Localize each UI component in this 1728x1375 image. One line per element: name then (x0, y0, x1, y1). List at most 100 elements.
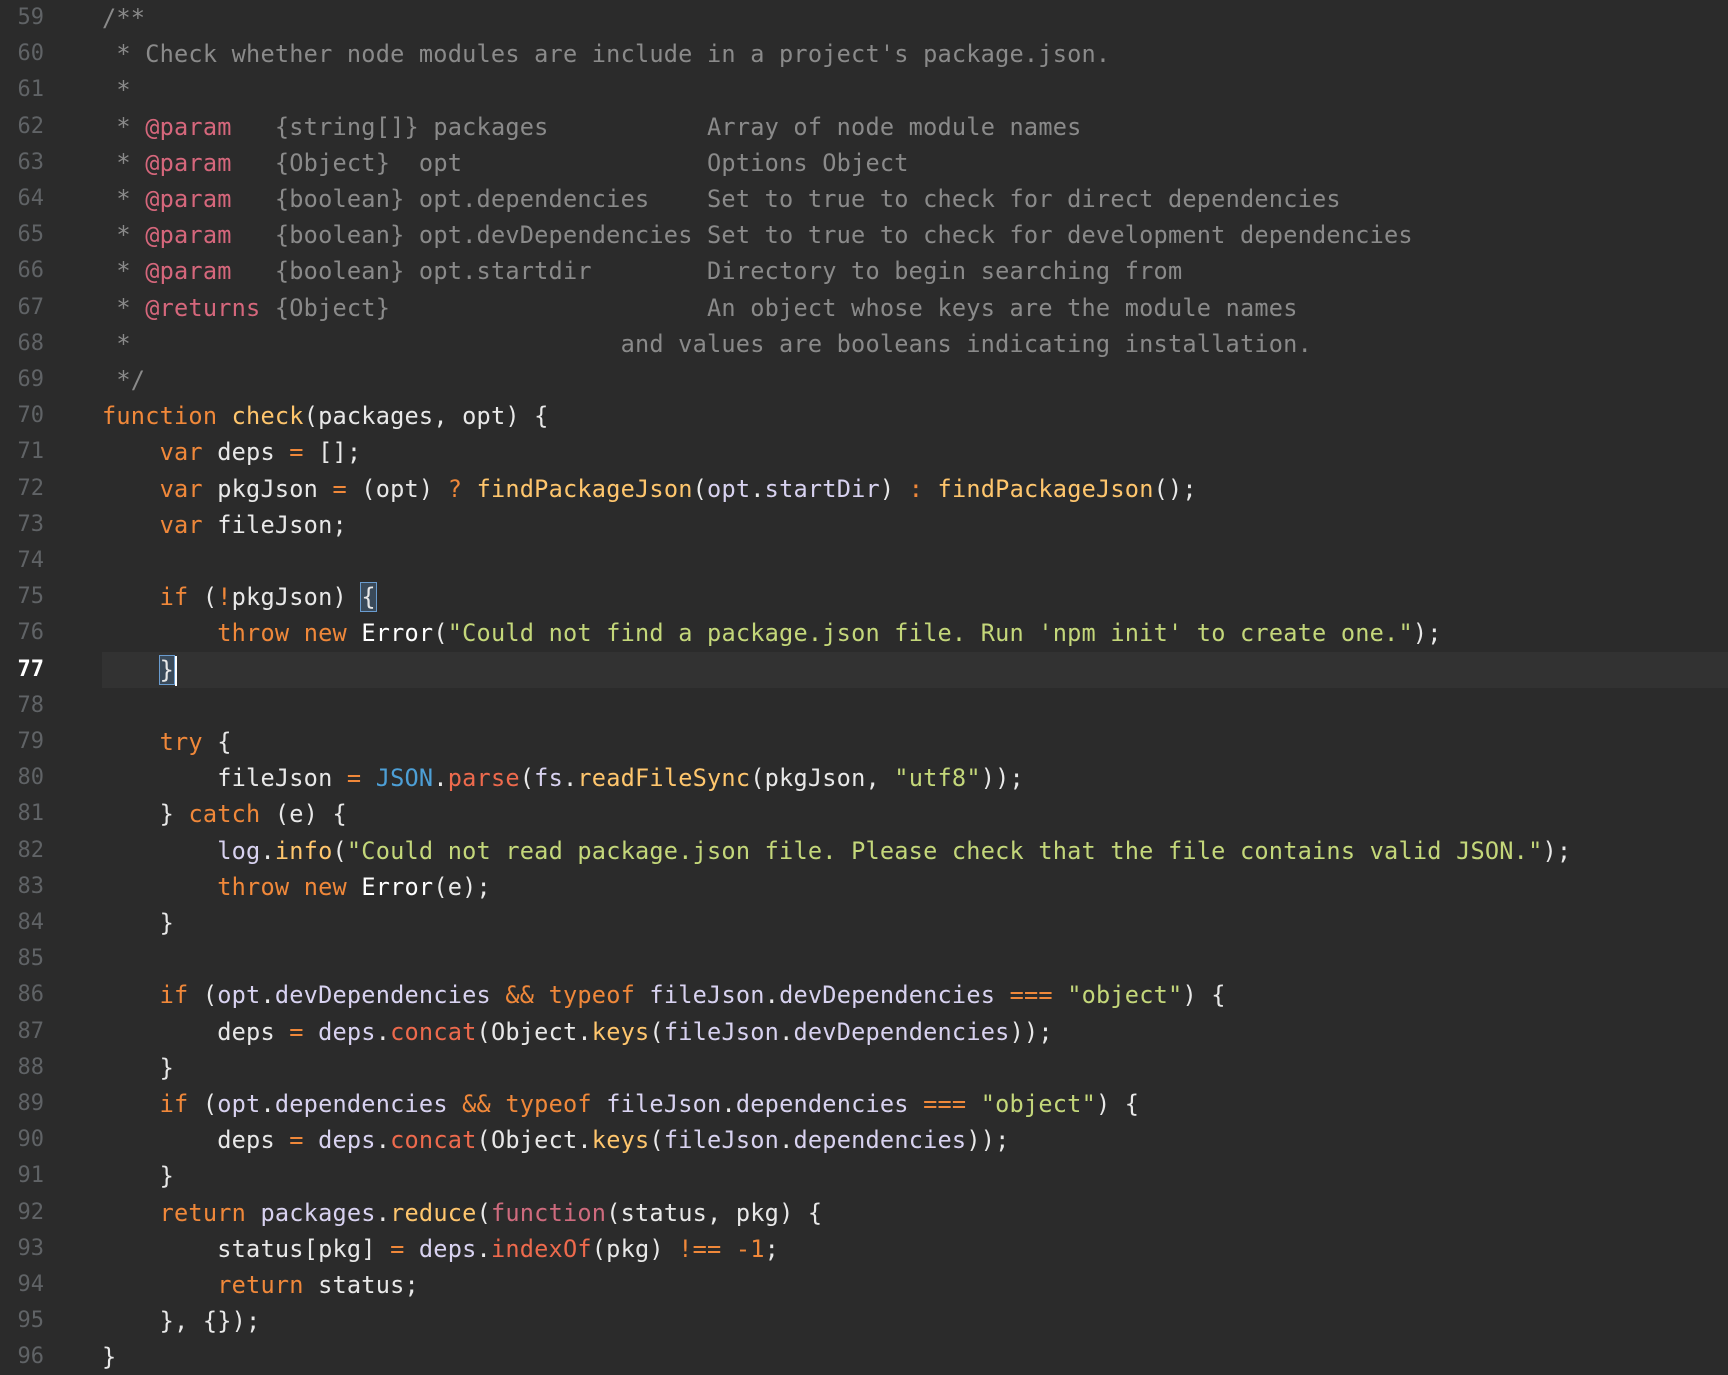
code-line[interactable]: 96} (0, 1339, 1728, 1375)
line-number: 69 (17, 367, 45, 392)
code-text[interactable]: var fileJson; (102, 507, 347, 543)
code-text[interactable]: } (102, 1339, 116, 1375)
code-text[interactable]: function check(packages, opt) { (102, 398, 549, 434)
code-text[interactable]: } (102, 1158, 174, 1194)
code-text[interactable]: } (102, 905, 174, 941)
code-token: . (260, 981, 275, 1010)
code-token: dependencies (735, 1090, 909, 1118)
code-token: ! (217, 583, 232, 612)
code-text[interactable]: var deps = []; (102, 434, 361, 470)
code-token: . (260, 1090, 275, 1118)
code-token: * (102, 221, 146, 250)
code-line[interactable]: 89 if (opt.dependencies && typeof fileJs… (0, 1086, 1728, 1122)
code-line[interactable]: 61 * (0, 72, 1728, 108)
code-token: } (102, 909, 175, 937)
code-line[interactable]: 94 return status; (0, 1267, 1728, 1303)
code-line[interactable]: 84 } (0, 905, 1728, 941)
code-token: * and values are booleans indicating ins… (102, 329, 1312, 358)
code-line[interactable]: 83 throw new Error(e); (0, 869, 1728, 905)
code-text[interactable]: } catch (e) { (102, 796, 347, 832)
code-token: fileJson (649, 981, 765, 1010)
code-text[interactable]: deps = deps.concat(Object.keys(fileJson.… (102, 1014, 1053, 1050)
code-line[interactable]: 76 throw new Error("Could not find a pac… (0, 615, 1728, 651)
code-line[interactable]: 69 */ (0, 362, 1728, 398)
code-text[interactable]: if (opt.devDependencies && typeof fileJs… (102, 977, 1226, 1013)
code-text[interactable]: * @param {Object} opt Options Object (102, 145, 909, 181)
code-text[interactable]: log.info("Could not read package.json fi… (102, 833, 1571, 869)
code-editor[interactable]: 59 /** 60 * Check whether node modules are… (0, 0, 1728, 1371)
code-text[interactable]: status[pkg] = deps.indexOf(pkg) !== -1; (102, 1231, 779, 1267)
code-text[interactable]: * @param {boolean} opt.startdir Director… (102, 253, 1182, 289)
code-line[interactable]: 73 var fileJson; (0, 507, 1728, 543)
code-token: { (202, 728, 232, 756)
code-text[interactable]: * and values are booleans indicating ins… (102, 326, 1312, 362)
code-line[interactable]: 87 deps = deps.concat(Object.keys(fileJs… (0, 1014, 1728, 1050)
code-text[interactable]: } (102, 652, 178, 688)
code-line[interactable]: 86 if (opt.devDependencies && typeof fil… (0, 977, 1728, 1013)
code-token: ( (476, 1198, 491, 1227)
code-text[interactable]: var pkgJson = (opt) ? findPackageJson(op… (102, 471, 1197, 507)
code-text[interactable]: throw new Error("Could not find a packag… (102, 615, 1442, 651)
code-text[interactable]: try { (102, 724, 232, 760)
code-line[interactable]: 74 (0, 543, 1728, 579)
code-line[interactable]: 90 deps = deps.concat(Object.keys(fileJs… (0, 1122, 1728, 1158)
code-line[interactable]: 93 status[pkg] = deps.indexOf(pkg) !== -… (0, 1231, 1728, 1267)
code-text[interactable]: * @param {string[]} packages Array of no… (102, 109, 1082, 145)
code-text[interactable]: throw new Error(e); (102, 869, 491, 905)
code-line[interactable]: 78 (0, 688, 1728, 724)
code-token: "utf8" (894, 764, 981, 793)
code-text[interactable]: return packages.reduce(function(status, … (102, 1195, 822, 1231)
code-line[interactable]: 72 var pkgJson = (opt) ? findPackageJson… (0, 471, 1728, 507)
code-token: ( (692, 474, 708, 503)
code-line[interactable]: 60 * Check whether node modules are incl… (0, 36, 1728, 72)
line-number: 66 (17, 258, 45, 284)
code-line[interactable]: 81 } catch (e) { (0, 796, 1728, 832)
code-line[interactable]: 66 * @param {boolean} opt.startdir Direc… (0, 253, 1728, 289)
code-text[interactable]: * (102, 72, 131, 108)
code-text[interactable]: } (102, 1050, 174, 1086)
code-text[interactable]: if (!pkgJson) { (102, 579, 377, 615)
code-line[interactable]: 62 * @param {string[]} packages Array of… (0, 109, 1728, 145)
code-token: . (721, 1090, 736, 1118)
code-line[interactable]: 85 (0, 941, 1728, 977)
code-text[interactable]: /** (102, 0, 145, 36)
code-line[interactable]: 75 if (!pkgJson) { (0, 579, 1728, 615)
code-line[interactable]: 82 log.info("Could not read package.json… (0, 833, 1728, 869)
code-line[interactable]: 67 * @returns {Object} An object whose k… (0, 290, 1728, 326)
code-text[interactable]: * Check whether node modules are include… (102, 36, 1110, 72)
code-line[interactable]: 95 }, {}); (0, 1303, 1728, 1339)
code-text[interactable]: }, {}); (102, 1303, 261, 1339)
code-text[interactable]: deps = deps.concat(Object.keys(fileJson.… (102, 1122, 1010, 1158)
code-line[interactable]: 65 * @param {boolean} opt.devDependencie… (0, 217, 1728, 253)
code-line[interactable]: 80 fileJson = JSON.parse(fs.readFileSync… (0, 760, 1728, 796)
code-line[interactable]: 68 * and values are booleans indicating … (0, 326, 1728, 362)
code-text[interactable]: if (opt.dependencies && typeof fileJson.… (102, 1086, 1139, 1122)
code-token: deps (102, 1126, 290, 1155)
code-text[interactable]: * @returns {Object} An object whose keys… (102, 290, 1298, 326)
code-line[interactable]: 71 var deps = []; (0, 434, 1728, 470)
code-text[interactable]: fileJson = JSON.parse(fs.readFileSync(pk… (102, 760, 1024, 796)
code-text[interactable]: * @param {boolean} opt.devDependencies S… (102, 217, 1413, 253)
code-line[interactable]: 77 } (0, 651, 1728, 688)
code-token: ( (433, 619, 448, 648)
code-token: * (102, 148, 146, 177)
code-line[interactable]: 92 return packages.reduce(function(statu… (0, 1195, 1728, 1231)
code-line[interactable]: 59 /** (0, 0, 1728, 36)
code-line[interactable]: 88 } (0, 1050, 1728, 1086)
code-line[interactable]: 63 * @param {Object} opt Options Object (0, 145, 1728, 181)
code-line[interactable]: 79 try { (0, 724, 1728, 760)
code-token: ); (1542, 836, 1572, 865)
code-text[interactable]: return status; (102, 1267, 419, 1303)
code-line[interactable]: 70 function check(packages, opt) { (0, 398, 1728, 434)
code-token: } (102, 1343, 117, 1372)
code-text[interactable]: */ (102, 362, 145, 398)
code-line[interactable]: 64 * @param {boolean} opt.dependencies S… (0, 181, 1728, 217)
code-line[interactable]: 91 } (0, 1158, 1728, 1194)
code-text[interactable]: * @param {boolean} opt.dependencies Set … (102, 181, 1341, 217)
